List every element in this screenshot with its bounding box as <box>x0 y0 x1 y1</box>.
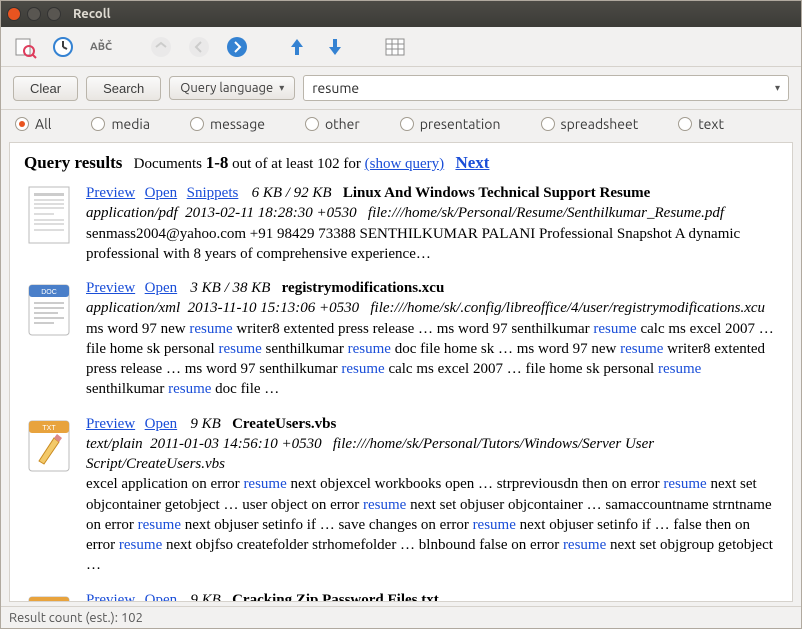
chevron-down-icon[interactable]: ▾ <box>775 82 780 94</box>
result-title: CreateUsers.vbs <box>232 416 336 432</box>
svg-text:TXT: TXT <box>42 425 56 432</box>
result-item: TXT Preview Open 9 KB Cracking Zip Passw… <box>24 590 778 603</box>
radio-icon <box>400 117 414 131</box>
filter-label: spreadsheet <box>561 116 639 132</box>
result-thumb: TXT <box>24 590 76 603</box>
search-input-value: resume <box>312 80 359 96</box>
preview-link[interactable]: Preview <box>86 185 135 201</box>
result-thumb <box>24 183 76 264</box>
preview-link[interactable]: Preview <box>86 416 135 432</box>
down-icon[interactable] <box>323 35 347 59</box>
filter-all[interactable]: All <box>15 116 51 132</box>
chevron-down-icon: ▾ <box>279 82 284 94</box>
filter-label: All <box>35 116 51 132</box>
home-icon <box>149 35 173 59</box>
result-links: Preview Open 9 KB CreateUsers.vbs <box>86 414 778 434</box>
radio-icon <box>15 117 29 131</box>
show-query-link[interactable]: (show query) <box>365 156 445 172</box>
result-size: 3 KB / 38 KB <box>190 280 270 296</box>
result-snippet: ms word 97 new resume writer8 extented p… <box>86 319 778 400</box>
results-pane[interactable]: Query results Documents 1-8 out of at le… <box>9 142 793 602</box>
result-title: registrymodifications.xcu <box>282 280 445 296</box>
back-icon <box>187 35 211 59</box>
filter-media[interactable]: media <box>91 116 150 132</box>
open-link[interactable]: Open <box>145 416 178 432</box>
result-links: Preview Open 9 KB Cracking Zip Password … <box>86 590 778 603</box>
snippets-link[interactable]: Snippets <box>187 185 239 201</box>
filter-label: other <box>325 116 360 132</box>
result-links: Preview Open Snippets 6 KB / 92 KB Linux… <box>86 183 778 203</box>
result-item: Preview Open Snippets 6 KB / 92 KB Linux… <box>24 183 778 264</box>
filter-other[interactable]: other <box>305 116 360 132</box>
results-heading: Query results <box>24 153 122 172</box>
up-icon[interactable] <box>285 35 309 59</box>
filter-text[interactable]: text <box>678 116 724 132</box>
result-title: Linux And Windows Technical Support Resu… <box>343 185 650 201</box>
maximize-button[interactable] <box>47 7 61 21</box>
filter-label: message <box>210 116 265 132</box>
window-buttons <box>7 7 61 21</box>
result-meta: application/xml 2013-11-10 15:13:06 +053… <box>86 298 778 318</box>
result-links: Preview Open 3 KB / 38 KB registrymodifi… <box>86 278 778 298</box>
filter-label: presentation <box>420 116 501 132</box>
radio-icon <box>678 117 692 131</box>
open-link[interactable]: Open <box>145 280 178 296</box>
realtime-icon[interactable] <box>51 35 75 59</box>
result-meta: application/pdf 2013-02-11 18:28:30 +053… <box>86 203 778 223</box>
next-page-link[interactable]: Next <box>455 153 489 172</box>
result-meta: text/plain 2011-01-03 14:56:10 +0530 fil… <box>86 434 778 475</box>
result-thumb: DOC <box>24 278 76 400</box>
results-header: Query results Documents 1-8 out of at le… <box>24 153 778 173</box>
filter-presentation[interactable]: presentation <box>400 116 501 132</box>
result-snippet: excel application on error resume next o… <box>86 474 778 575</box>
query-mode-dropdown[interactable]: Query language ▾ <box>169 76 295 100</box>
result-size: 9 KB <box>190 416 220 432</box>
result-snippet: senmass2004@yahoo.com +91 98429 73388 SE… <box>86 224 778 265</box>
result-title: Cracking Zip Password Files.txt <box>232 592 439 603</box>
result-item: DOC Preview Open 3 KB / 38 KB registrymo… <box>24 278 778 400</box>
minimize-button[interactable] <box>27 7 41 21</box>
radio-icon <box>190 117 204 131</box>
preview-link[interactable]: Preview <box>86 592 135 603</box>
result-size: 6 KB / 92 KB <box>252 185 332 201</box>
table-icon[interactable] <box>383 35 407 59</box>
radio-icon <box>541 117 555 131</box>
filter-label: media <box>111 116 150 132</box>
filter-message[interactable]: message <box>190 116 265 132</box>
result-thumb: TXT <box>24 414 76 576</box>
filter-spreadsheet[interactable]: spreadsheet <box>541 116 639 132</box>
status-text: Result count (est.): 102 <box>9 611 143 625</box>
main-toolbar: AB̌Č <box>1 27 801 67</box>
open-link[interactable]: Open <box>145 592 178 603</box>
spellcheck-icon[interactable]: AB̌Č <box>89 35 113 59</box>
radio-icon <box>305 117 319 131</box>
svg-text:DOC: DOC <box>41 289 57 296</box>
window-title: Recoll <box>73 7 111 21</box>
query-mode-label: Query language <box>180 81 273 95</box>
search-button[interactable]: Search <box>86 76 161 101</box>
radio-icon <box>91 117 105 131</box>
index-config-icon[interactable] <box>13 35 37 59</box>
close-button[interactable] <box>7 7 21 21</box>
search-input[interactable]: resume ▾ <box>303 75 789 101</box>
status-bar: Result count (est.): 102 <box>1 606 801 628</box>
result-size: 9 KB <box>190 592 220 603</box>
preview-link[interactable]: Preview <box>86 280 135 296</box>
filter-label: text <box>698 116 724 132</box>
open-link[interactable]: Open <box>145 185 178 201</box>
svg-text:TXT: TXT <box>42 601 56 603</box>
clear-button[interactable]: Clear <box>13 76 78 101</box>
titlebar: Recoll <box>1 1 801 27</box>
forward-icon[interactable] <box>225 35 249 59</box>
type-filters: All media message other presentation spreadsh… <box>1 110 801 142</box>
search-bar: Clear Search Query language ▾ resume ▾ <box>1 67 801 110</box>
result-item: TXT Preview Open 9 KB CreateUsers.vbs te… <box>24 414 778 576</box>
